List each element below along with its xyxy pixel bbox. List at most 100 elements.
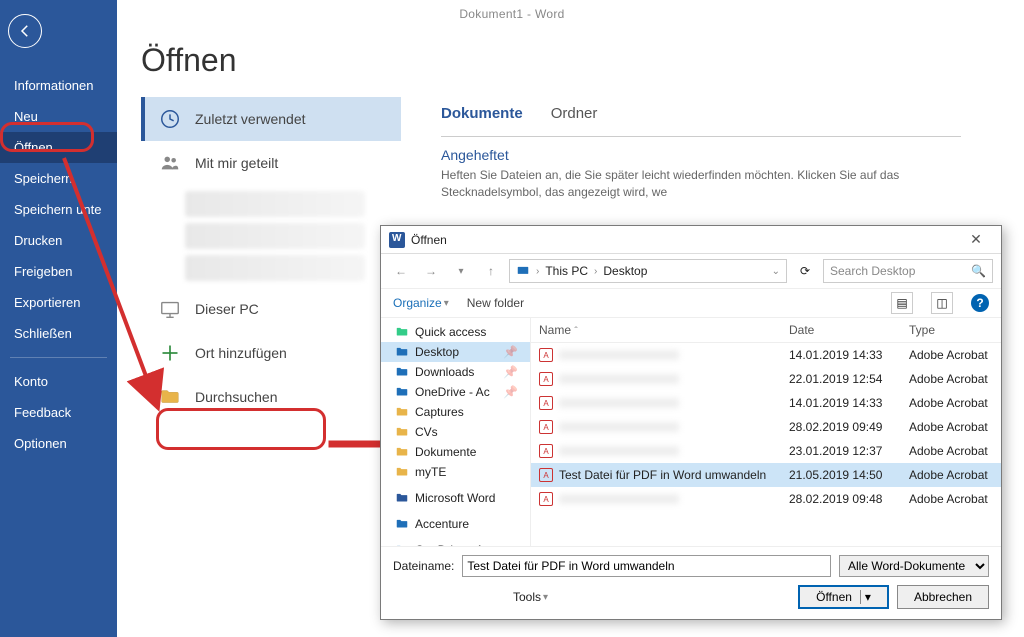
tree-node[interactable]: Microsoft Word	[381, 488, 530, 508]
tree-node[interactable]: CVs	[381, 422, 530, 442]
dialog-footer: Dateiname: Alle Word-Dokumente Tools ▾ Ö…	[381, 546, 1001, 619]
word-icon	[389, 232, 405, 248]
tree-node[interactable]: Desktop📌	[381, 342, 530, 362]
sidebar-item-schließen[interactable]: Schließen	[0, 318, 117, 349]
source-recent-label: Zuletzt verwendet	[195, 111, 306, 127]
recent-panel: Dokumente Ordner Angeheftet Heften Sie D…	[441, 97, 1024, 201]
tab-documents[interactable]: Dokumente	[441, 105, 523, 126]
sidebar-item-informationen[interactable]: Informationen	[0, 70, 117, 101]
sidebar-item-freigeben[interactable]: Freigeben	[0, 256, 117, 287]
sidebar-item-feedback[interactable]: Feedback	[0, 397, 117, 428]
filetype-filter[interactable]: Alle Word-Dokumente	[839, 555, 989, 577]
source-recent[interactable]: Zuletzt verwendet	[141, 97, 401, 141]
col-name[interactable]: Name ˆ	[531, 318, 781, 342]
filename-label: Dateiname:	[393, 559, 454, 573]
tree-node[interactable]: myTE	[381, 462, 530, 482]
breadcrumb-seg[interactable]: Desktop	[603, 264, 647, 278]
folder-small-icon	[395, 445, 409, 459]
tree-node[interactable]: OneDrive - Ac📌	[381, 382, 530, 402]
folder-tree[interactable]: Quick accessDesktop📌Downloads📌OneDrive -…	[381, 318, 531, 546]
sidebar-item-optionen[interactable]: Optionen	[0, 428, 117, 459]
plus-icon	[159, 342, 181, 364]
close-icon[interactable]: ✕	[959, 231, 993, 248]
nav-back-icon[interactable]: ←	[389, 259, 413, 283]
tools-menu[interactable]: Tools ▾	[513, 590, 548, 604]
folder-small-icon	[395, 517, 409, 531]
preview-pane-button[interactable]: ◫	[931, 292, 953, 314]
cancel-button[interactable]: Abbrechen	[897, 585, 989, 609]
folder-small-icon	[395, 325, 409, 339]
breadcrumb-seg[interactable]: This PC	[545, 264, 588, 278]
dialog-titlebar: Öffnen ✕	[381, 226, 1001, 254]
open-source-list: Zuletzt verwendet Mit mir geteilt Dieser…	[141, 97, 401, 419]
new-folder-button[interactable]: New folder	[467, 296, 524, 310]
page-title: Öffnen	[141, 42, 1024, 79]
nav-up-icon[interactable]: ↑	[479, 259, 503, 283]
folder-small-icon	[395, 425, 409, 439]
file-row[interactable]: A14.01.2019 14:33Adobe Acrobat	[531, 343, 1001, 367]
sidebar-item-drucken[interactable]: Drucken	[0, 225, 117, 256]
pdf-icon: A	[539, 420, 553, 434]
nav-forward-icon[interactable]: →	[419, 259, 443, 283]
pdf-icon: A	[539, 396, 553, 410]
tree-node[interactable]: Captures	[381, 402, 530, 422]
people-icon	[159, 152, 181, 174]
folder-small-icon	[395, 491, 409, 505]
tree-node[interactable]: Downloads📌	[381, 362, 530, 382]
help-icon[interactable]: ?	[971, 294, 989, 312]
source-browse[interactable]: Durchsuchen	[141, 375, 401, 419]
source-thispc[interactable]: Dieser PC	[141, 287, 401, 331]
pinned-text: Heften Sie Dateien an, die Sie später le…	[441, 167, 961, 201]
search-placeholder: Search Desktop	[830, 264, 915, 278]
pdf-icon: A	[539, 372, 553, 386]
file-row[interactable]: A28.02.2019 09:49Adobe Acrobat	[531, 415, 1001, 439]
search-input[interactable]: Search Desktop 🔍	[823, 259, 993, 283]
back-button[interactable]	[8, 14, 42, 48]
tab-folders[interactable]: Ordner	[551, 105, 598, 126]
dialog-nav: ← → ▾ ↑ › This PC › Desktop ⌄ ⟳ Search D…	[381, 254, 1001, 288]
file-row[interactable]: A22.01.2019 12:54Adobe Acrobat	[531, 367, 1001, 391]
col-date[interactable]: Date	[781, 318, 901, 342]
nav-history-icon[interactable]: ▾	[449, 259, 473, 283]
file-list[interactable]: Name ˆ Date Type A14.01.2019 14:33Adobe …	[531, 318, 1001, 546]
sidebar-item-exportieren[interactable]: Exportieren	[0, 287, 117, 318]
dialog-toolbar: Organize▾ New folder ▤ ◫ ?	[381, 288, 1001, 318]
sidebar-item-speichern unte[interactable]: Speichern unte	[0, 194, 117, 225]
open-button[interactable]: Öffnen▾	[798, 585, 889, 609]
tree-node[interactable]: Quick access	[381, 322, 530, 342]
divider	[441, 136, 961, 137]
breadcrumb[interactable]: › This PC › Desktop ⌄	[509, 259, 787, 283]
file-row[interactable]: ATest Datei für PDF in Word umwandeln21.…	[531, 463, 1001, 487]
refresh-icon[interactable]: ⟳	[793, 259, 817, 283]
source-shared[interactable]: Mit mir geteilt	[141, 141, 401, 185]
organize-button[interactable]: Organize▾	[393, 296, 449, 310]
source-addplace-label: Ort hinzufügen	[195, 345, 287, 361]
folder-small-icon	[395, 365, 409, 379]
titlebar: Dokument1 - Word	[0, 0, 1024, 28]
tree-node[interactable]: Accenture	[381, 514, 530, 534]
source-addplace[interactable]: Ort hinzufügen	[141, 331, 401, 375]
chevron-down-icon[interactable]: ⌄	[772, 266, 780, 277]
col-type[interactable]: Type	[901, 318, 1001, 342]
sidebar-item-öffnen[interactable]: Öffnen	[0, 132, 117, 163]
pc-icon	[159, 298, 181, 320]
file-row[interactable]: A23.01.2019 12:37Adobe Acrobat	[531, 439, 1001, 463]
blurred-source	[185, 223, 365, 249]
view-mode-button[interactable]: ▤	[891, 292, 913, 314]
source-browse-label: Durchsuchen	[195, 389, 278, 405]
file-row[interactable]: A28.02.2019 09:48Adobe Acrobat	[531, 487, 1001, 511]
blurred-source	[185, 255, 365, 281]
sidebar-item-konto[interactable]: Konto	[0, 366, 117, 397]
pin-icon: 📌	[503, 345, 518, 359]
folder-small-icon	[395, 345, 409, 359]
file-row[interactable]: A14.01.2019 14:33Adobe Acrobat	[531, 391, 1001, 415]
pdf-icon: A	[539, 468, 553, 482]
open-split-icon[interactable]: ▾	[860, 590, 871, 604]
sidebar-item-speichern[interactable]: Speichern	[0, 163, 117, 194]
pinned-heading: Angeheftet	[441, 147, 1024, 163]
sidebar-item-neu[interactable]: Neu	[0, 101, 117, 132]
tree-node[interactable]: Dokumente	[381, 442, 530, 462]
dialog-title: Öffnen	[411, 233, 447, 247]
filename-field[interactable]	[462, 555, 831, 577]
blurred-source	[185, 191, 365, 217]
